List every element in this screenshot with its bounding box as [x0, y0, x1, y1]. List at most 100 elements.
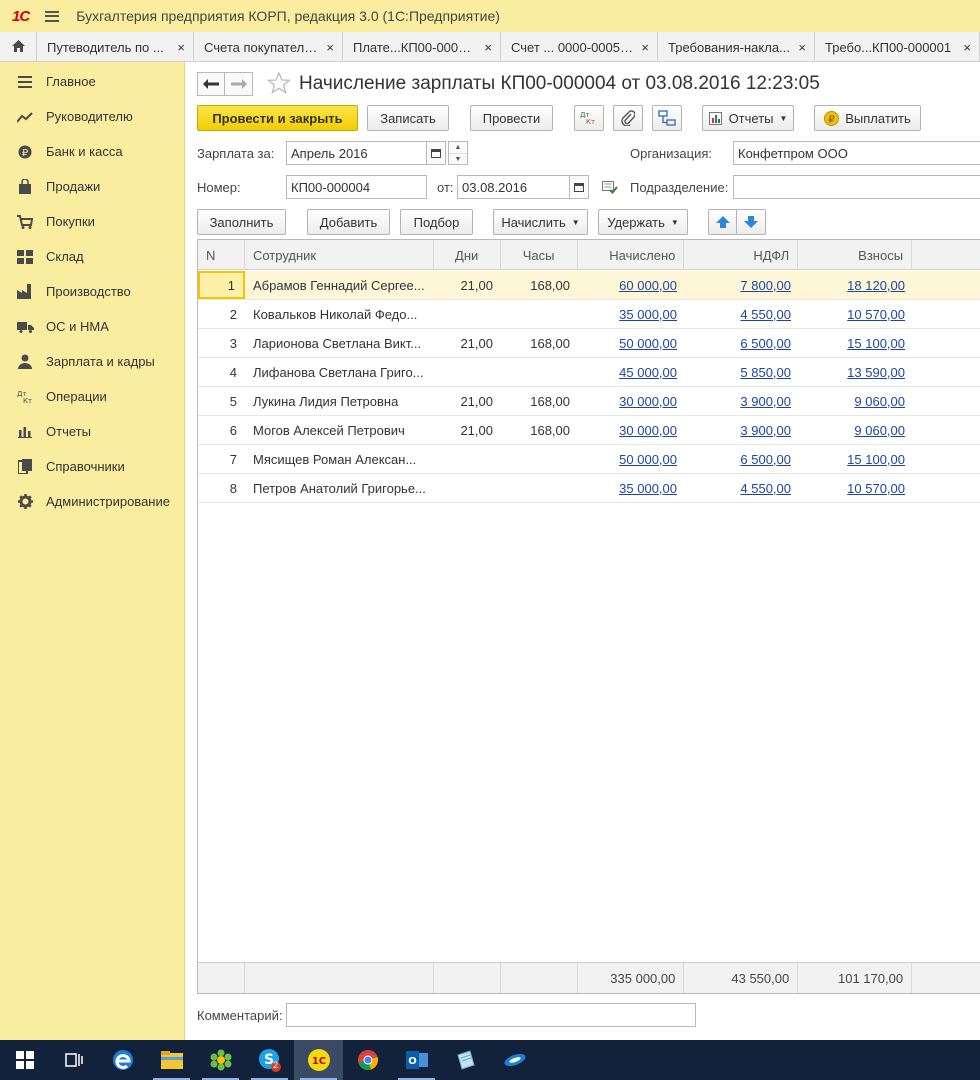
- sidebar-item-manager[interactable]: Руководителю: [0, 99, 184, 134]
- windows-start-icon[interactable]: [0, 1040, 49, 1080]
- contributions-link[interactable]: 13 590,00: [799, 358, 913, 386]
- hours-cell[interactable]: [501, 474, 578, 502]
- salary-period-field[interactable]: Апрель 2016: [286, 141, 427, 165]
- hours-cell[interactable]: [501, 300, 578, 328]
- sidebar-item-warehouse[interactable]: Склад: [0, 239, 184, 274]
- close-icon[interactable]: ×: [326, 40, 334, 55]
- employee-cell[interactable]: Абрамов Геннадий Сергее...: [245, 271, 434, 299]
- close-icon[interactable]: ×: [641, 40, 649, 55]
- ndfl-link[interactable]: 4 550,00: [685, 474, 799, 502]
- dt-kt-button[interactable]: Дт Кт: [574, 105, 604, 131]
- sidebar-item-purchases[interactable]: Покупки: [0, 204, 184, 239]
- pay-button[interactable]: ₽ Выплатить: [814, 105, 921, 131]
- chrome-icon[interactable]: [343, 1040, 392, 1080]
- calendar-button[interactable]: [426, 141, 446, 165]
- network-icon[interactable]: [490, 1040, 539, 1080]
- back-button[interactable]: [197, 72, 225, 96]
- accrued-link[interactable]: 45 000,00: [578, 358, 685, 386]
- accrued-link[interactable]: 30 000,00: [578, 416, 685, 444]
- employee-cell[interactable]: Ковальков Николай Федо...: [245, 300, 434, 328]
- icq-icon[interactable]: [196, 1040, 245, 1080]
- contributions-link[interactable]: 15 100,00: [799, 445, 913, 473]
- close-icon[interactable]: ×: [963, 40, 971, 55]
- close-icon[interactable]: ×: [177, 40, 185, 55]
- main-menu-icon[interactable]: [45, 10, 60, 22]
- ndfl-link[interactable]: 5 850,00: [685, 358, 799, 386]
- sidebar-item-main[interactable]: Главное: [0, 64, 184, 99]
- tab-requirement-kp00-000001[interactable]: Требо...КП00-000001 ×: [815, 32, 980, 62]
- favorite-star-icon[interactable]: [266, 70, 292, 97]
- days-cell[interactable]: 21,00: [434, 416, 501, 444]
- close-icon[interactable]: ×: [798, 40, 806, 55]
- column-header-hours[interactable]: Часы: [501, 240, 578, 270]
- contributions-link[interactable]: 9 060,00: [799, 416, 913, 444]
- hours-cell[interactable]: [501, 445, 578, 473]
- employee-cell[interactable]: Петров Анатолий Григорье...: [245, 474, 434, 502]
- accrued-link[interactable]: 60 000,00: [578, 271, 685, 299]
- days-cell[interactable]: [434, 445, 501, 473]
- organization-field[interactable]: Конфетпром ООО: [733, 141, 980, 165]
- hours-cell[interactable]: [501, 358, 578, 386]
- accrued-link[interactable]: 30 000,00: [578, 387, 685, 415]
- days-cell[interactable]: [434, 474, 501, 502]
- save-button[interactable]: Записать: [367, 105, 449, 131]
- accrue-dropdown[interactable]: Начислить ▼: [493, 209, 588, 235]
- fill-button[interactable]: Заполнить: [197, 209, 286, 235]
- skype-icon[interactable]: S 2: [245, 1040, 294, 1080]
- sidebar-item-sales[interactable]: Продажи: [0, 169, 184, 204]
- days-cell[interactable]: 21,00: [434, 271, 501, 299]
- ndfl-link[interactable]: 6 500,00: [685, 445, 799, 473]
- home-tab[interactable]: [0, 32, 37, 62]
- move-down-button[interactable]: [736, 209, 766, 235]
- tab-payment[interactable]: Плате...КП00-000014 ×: [343, 32, 501, 62]
- days-cell[interactable]: 21,00: [434, 387, 501, 415]
- post-button[interactable]: Провести: [470, 105, 553, 131]
- accrued-link[interactable]: 50 000,00: [578, 445, 685, 473]
- contributions-link[interactable]: 9 060,00: [799, 387, 913, 415]
- spin-up-icon[interactable]: ▲: [449, 142, 467, 153]
- division-field[interactable]: [733, 175, 980, 199]
- comment-field[interactable]: [286, 1003, 696, 1027]
- table-row[interactable]: 6 Могов Алексей Петрович 21,00 168,00 30…: [198, 416, 980, 445]
- withhold-dropdown[interactable]: Удержать ▼: [598, 209, 688, 235]
- sidebar-item-salary-hr[interactable]: Зарплата и кадры: [0, 344, 184, 379]
- sidebar-item-operations[interactable]: Дт Кт Операции: [0, 379, 184, 414]
- sidebar-item-directories[interactable]: Справочники: [0, 449, 184, 484]
- employee-cell[interactable]: Мясищев Роман Алексан...: [245, 445, 434, 473]
- ndfl-link[interactable]: 7 800,00: [685, 271, 799, 299]
- table-row[interactable]: 4 Лифанова Светлана Григо... 45 000,00 5…: [198, 358, 980, 387]
- days-cell[interactable]: [434, 358, 501, 386]
- date-field[interactable]: 03.08.2016: [457, 175, 570, 199]
- sidebar-item-production[interactable]: Производство: [0, 274, 184, 309]
- tab-invoice[interactable]: Счет ... 0000-000577 ×: [501, 32, 658, 62]
- pick-button[interactable]: Подбор: [400, 209, 473, 235]
- hours-cell[interactable]: 168,00: [501, 329, 578, 357]
- column-header-employee[interactable]: Сотрудник: [245, 240, 434, 270]
- sidebar-item-bank[interactable]: ₽ Банк и касса: [0, 134, 184, 169]
- accrued-link[interactable]: 35 000,00: [578, 300, 685, 328]
- contributions-link[interactable]: 18 120,00: [799, 271, 913, 299]
- status-check-icon[interactable]: [602, 180, 618, 197]
- days-cell[interactable]: [434, 300, 501, 328]
- hours-cell[interactable]: 168,00: [501, 271, 578, 299]
- ndfl-link[interactable]: 3 900,00: [685, 416, 799, 444]
- table-row[interactable]: 3 Ларионова Светлана Викт... 21,00 168,0…: [198, 329, 980, 358]
- column-header-ndfl[interactable]: НДФЛ: [684, 240, 799, 270]
- forward-button[interactable]: [225, 72, 253, 96]
- contributions-link[interactable]: 10 570,00: [799, 474, 913, 502]
- accrued-link[interactable]: 50 000,00: [578, 329, 685, 357]
- employee-cell[interactable]: Могов Алексей Петрович: [245, 416, 434, 444]
- column-header-days[interactable]: Дни: [434, 240, 501, 270]
- reports-dropdown[interactable]: Отчеты ▼: [702, 105, 794, 131]
- sidebar-item-administration[interactable]: Администрирование: [0, 484, 184, 519]
- table-row[interactable]: 8 Петров Анатолий Григорье... 35 000,00 …: [198, 474, 980, 503]
- sidebar-item-reports[interactable]: Отчеты: [0, 414, 184, 449]
- table-row[interactable]: 1 Абрамов Геннадий Сергее... 21,00 168,0…: [198, 271, 980, 300]
- contributions-link[interactable]: 15 100,00: [799, 329, 913, 357]
- attachments-button[interactable]: [613, 105, 643, 131]
- spin-down-icon[interactable]: ▼: [449, 153, 467, 164]
- column-header-n[interactable]: N: [198, 240, 245, 270]
- number-field[interactable]: КП00-000004: [286, 175, 427, 199]
- employee-cell[interactable]: Ларионова Светлана Викт...: [245, 329, 434, 357]
- hours-cell[interactable]: 168,00: [501, 387, 578, 415]
